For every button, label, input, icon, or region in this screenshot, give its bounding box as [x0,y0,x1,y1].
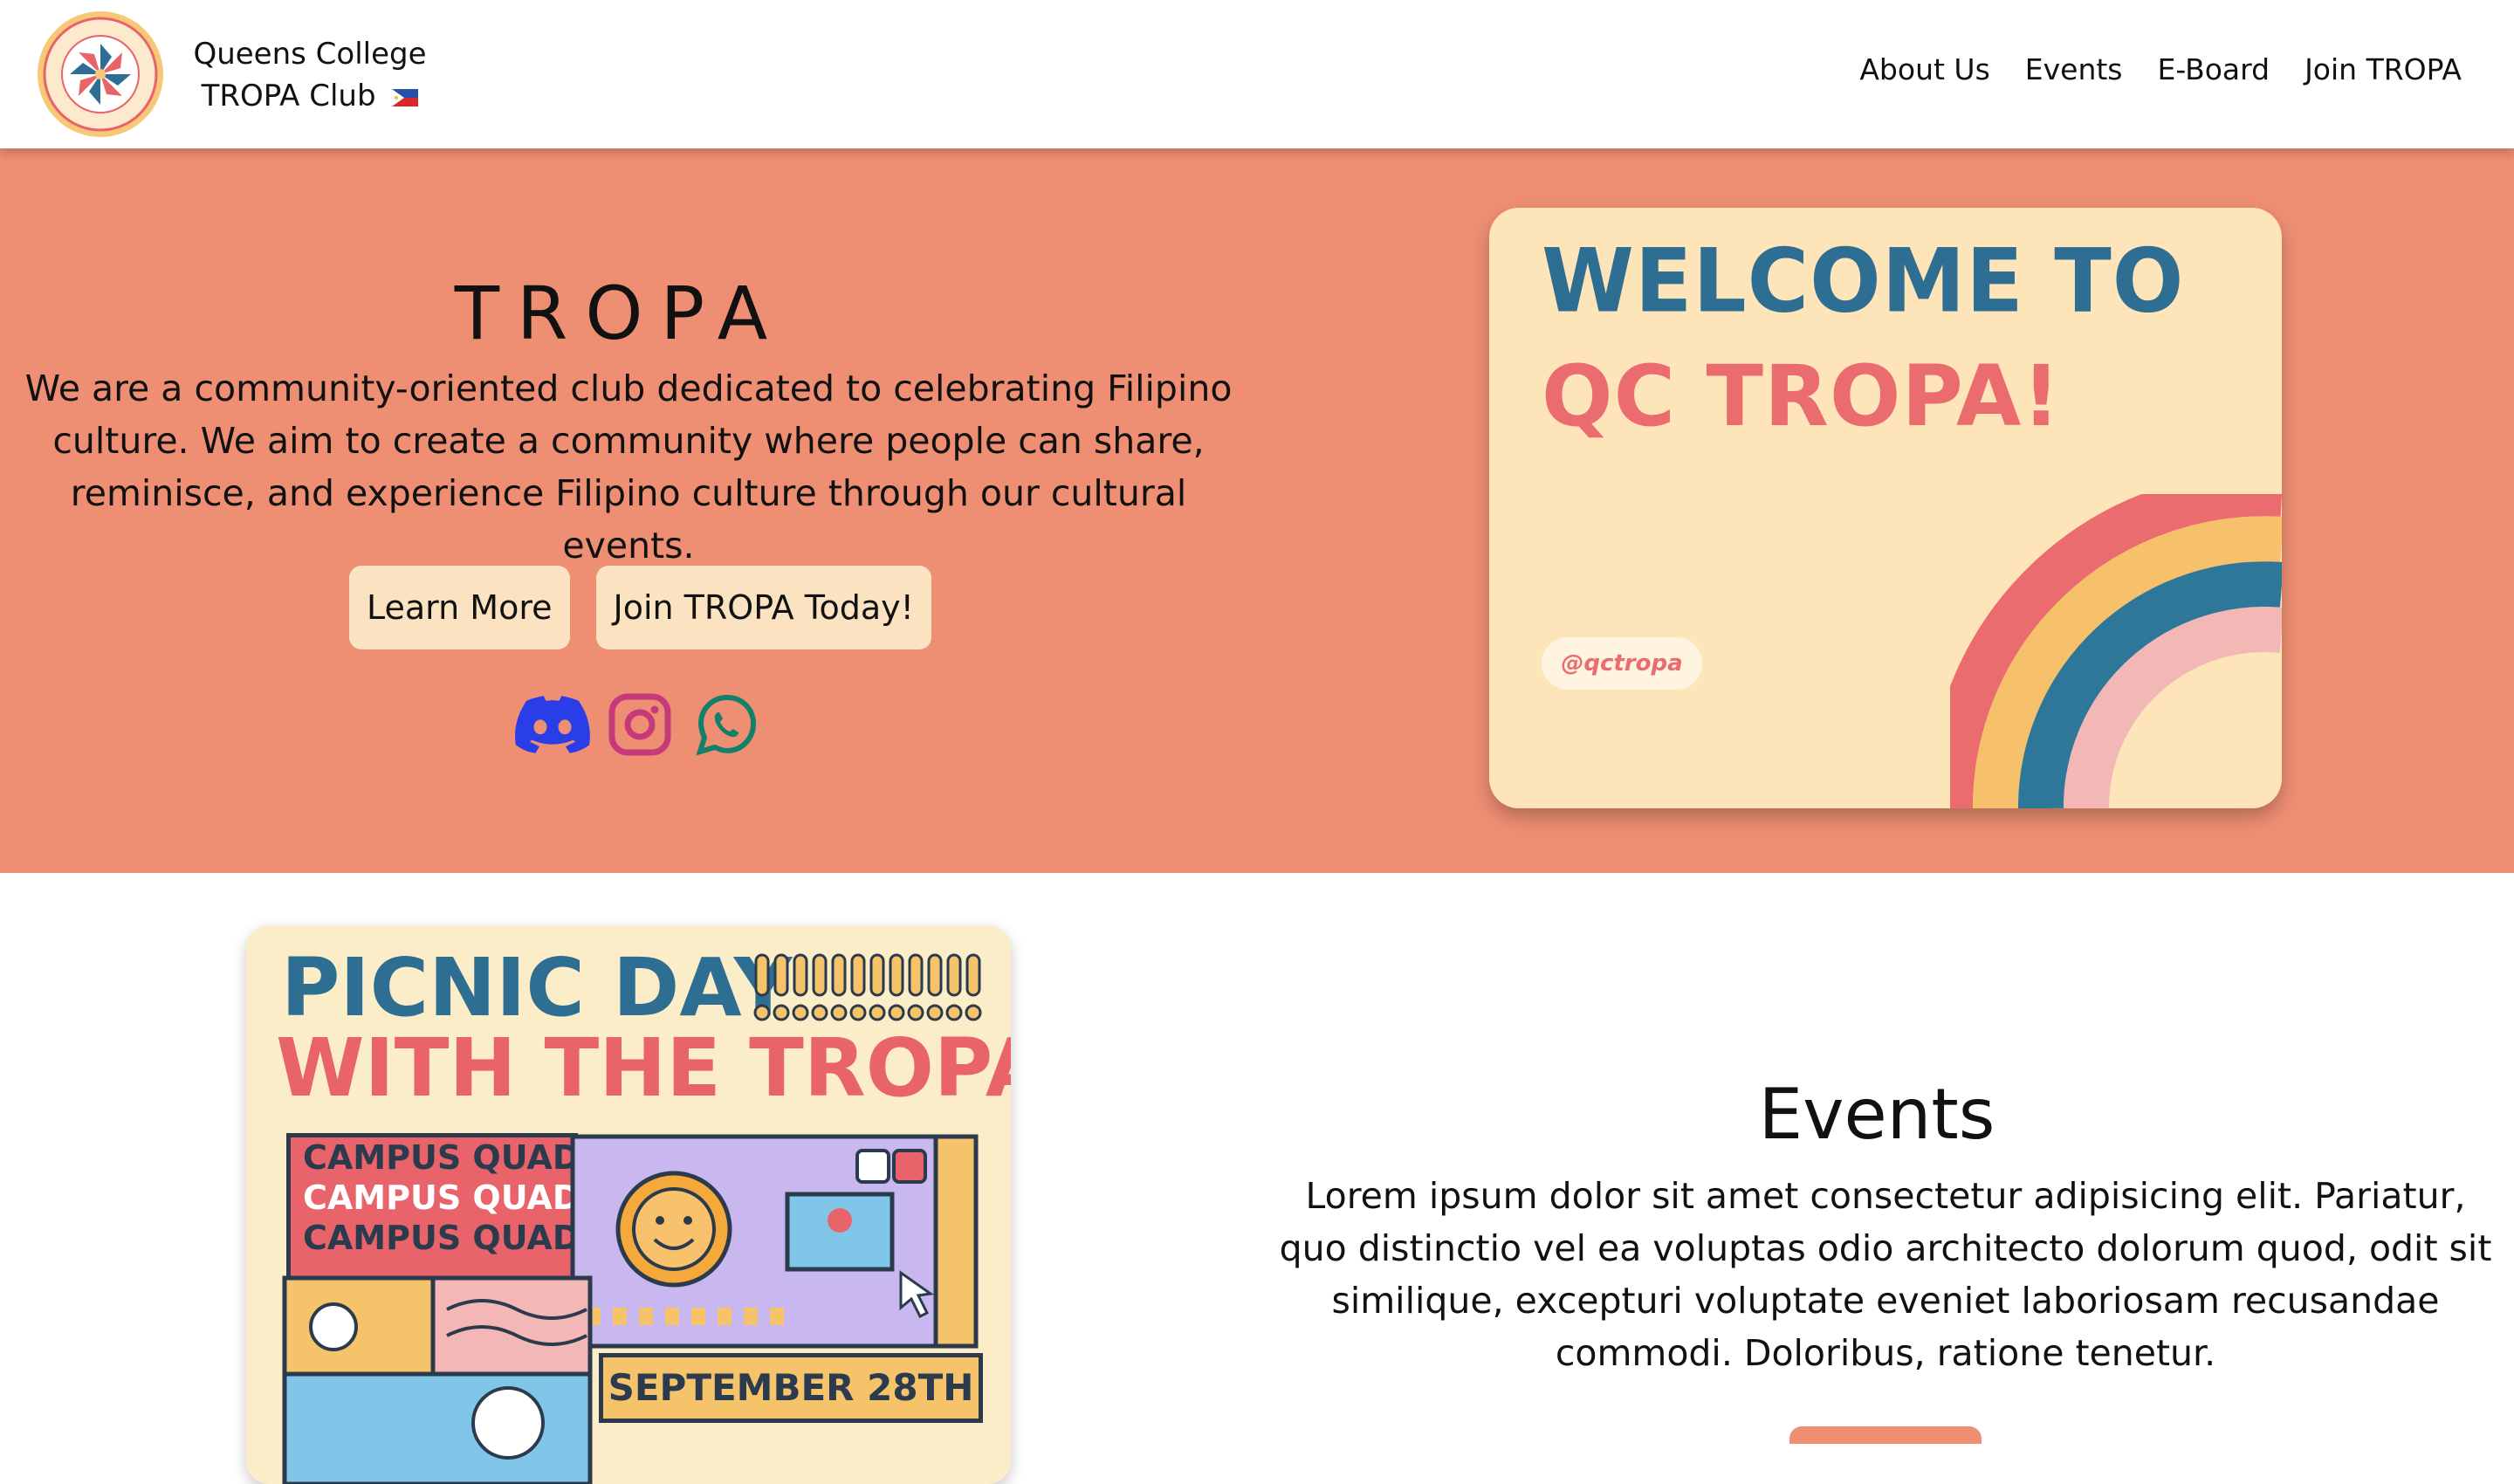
poster-location-line: CAMPUS QUAD [303,1178,580,1217]
picnic-day-poster: PICNIC DAY WITH THE TROP CAMPUS QUAD CAM… [246,925,1011,1484]
social-links [515,691,765,758]
events-button[interactable] [1789,1426,1982,1444]
poster-date: SEPTEMBER 28TH [599,1353,983,1423]
whatsapp-link[interactable] [690,691,765,758]
poster-illustration [570,1134,979,1349]
brand-line1: Queens College [193,37,427,72]
events-description: Lorem ipsum dolor sit amet consectetur a… [1279,1175,2492,1374]
instagram-icon [608,693,671,756]
welcome-card-line2: QC TROPA! [1542,347,2062,445]
brand-line2: TROPA Club [201,79,376,113]
nav-link-events[interactable]: Events [2025,52,2123,86]
nav-links: About Us Events E-Board Join TROPA [1859,52,2462,86]
learn-more-button[interactable]: Learn More [349,566,570,649]
nav-link-about-us[interactable]: About Us [1859,52,1989,86]
whatsapp-icon [696,694,757,756]
poster-dots-decoration [753,953,982,1021]
poster-title-line2: WITH THE TROPAS [276,1021,1011,1115]
hero-section: TROPA We are a community-oriented club d… [0,148,2514,873]
discord-icon [515,696,590,753]
hero-description: We are a community-oriented club dedicat… [24,368,1233,567]
nav-link-join-tropa[interactable]: Join TROPA [2304,52,2462,86]
poster-location-line: CAMPUS QUAD [303,1219,580,1257]
poster-location-line: CAMPUS QUAD [303,1138,580,1177]
poster-landscape [282,1275,593,1484]
instagram-link[interactable] [602,691,677,758]
events-section: PICNIC DAY WITH THE TROP CAMPUS QUAD CAM… [0,873,2514,1484]
hero-title: TROPA [454,271,786,356]
instagram-handle: @qctropa [1542,637,1702,690]
navbar: Queens College TROPA Club About Us Event… [0,0,2514,148]
poster-title-line1: PICNIC DAY [281,941,793,1034]
philippines-flag-icon [392,88,419,106]
brand-name[interactable]: Queens College TROPA Club [183,33,436,117]
rainbow-graphic [1950,494,2282,808]
welcome-card-line1: WELCOME TO [1542,230,2185,333]
nav-link-e-board[interactable]: E-Board [2158,52,2270,86]
hero-buttons: Learn More Join TROPA Today! [349,566,931,649]
welcome-card-image: WELCOME TO QC TROPA! @qctropa [1489,208,2282,808]
discord-link[interactable] [515,691,590,758]
join-tropa-today-button[interactable]: Join TROPA Today! [595,566,931,649]
club-logo[interactable] [35,9,166,140]
poster-location-box: CAMPUS QUAD CAMPUS QUAD CAMPUS QUAD [286,1133,580,1281]
brand-line2-wrap: TROPA Club [183,75,436,117]
events-title: Events [1758,1074,1995,1155]
